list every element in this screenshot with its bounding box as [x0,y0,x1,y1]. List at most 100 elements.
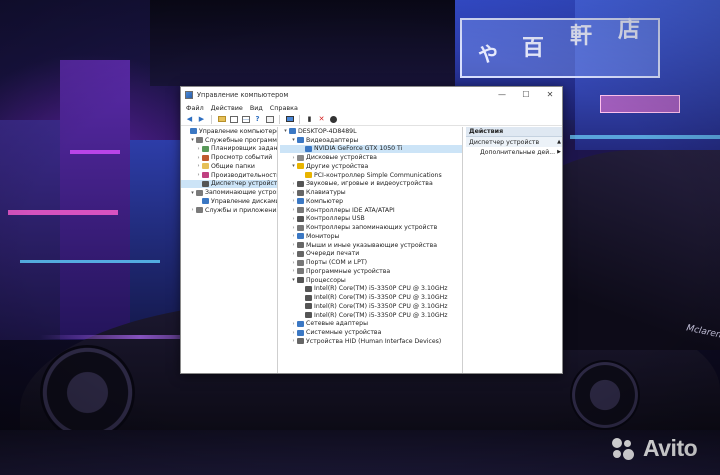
scan-hardware-icon[interactable] [329,115,338,124]
device-tree-item[interactable]: › Сетевые адаптеры [280,320,462,329]
device-tree-item[interactable]: › Компьютер [280,197,462,206]
minimize-button[interactable]: — [490,87,514,102]
toolbar: ◀ ▶ ? ▮ ✕ [181,113,562,126]
nav-tree-item[interactable]: › Планировщик заданий [181,145,278,154]
nav-tree-label: Управление дисками [211,197,277,205]
device-tree-label: Мониторы [306,232,340,240]
expand-chevron-icon[interactable]: › [290,216,297,222]
expand-chevron-icon[interactable]: › [290,242,297,248]
forward-arrow-icon[interactable]: ▶ [197,115,206,124]
submenu-arrow-icon: ▶ [557,149,561,155]
show-tree-icon[interactable] [229,115,238,124]
device-tree-item[interactable]: › Контроллеры IDE ATA/ATAPI [280,206,462,215]
device-tree-label: Дисковые устройства [306,154,377,162]
back-arrow-icon[interactable]: ◀ [185,115,194,124]
expand-chevron-icon[interactable]: › [195,146,202,152]
device-tree-item[interactable]: › Устройства HID (Human Interface Devices… [280,337,462,346]
expand-chevron-icon[interactable]: › [195,155,202,161]
close-button[interactable]: ✕ [538,87,562,102]
collapse-chevron-icon[interactable]: ▾ [290,277,297,283]
device-tree-item[interactable]: › Системные устройства [280,328,462,337]
nav-tree-label: Диспетчер устройств [211,180,277,188]
expand-chevron-icon[interactable]: › [290,198,297,204]
nav-tree-item[interactable]: Управление дисками [181,197,277,206]
collapse-chevron-icon[interactable]: ▾ [282,128,289,134]
expand-chevron-icon[interactable]: › [290,225,297,231]
device-tree-item[interactable]: Intel(R) Core(TM) i5-3350P CPU @ 3.10GHz [280,302,462,311]
device-tree-item[interactable]: ▾ Другие устройства [280,162,462,171]
nav-tree-item[interactable]: › Общие папки [181,162,277,171]
menu-help[interactable]: Справка [270,104,298,112]
expand-chevron-icon[interactable]: › [290,181,297,187]
monitor-icon[interactable] [285,115,294,124]
device-tree-item[interactable]: ▾ Видеоадаптеры [280,136,462,145]
expand-chevron-icon[interactable]: › [290,330,297,336]
collapse-chevron-icon[interactable]: ▾ [290,163,297,169]
expand-chevron-icon[interactable]: › [290,260,297,266]
expand-chevron-icon[interactable]: › [195,163,202,169]
expand-chevron-icon[interactable]: › [195,172,202,178]
expand-chevron-icon[interactable]: › [290,321,297,327]
device-tree-item[interactable]: PCI-контроллер Simple Communications [280,171,462,180]
nav-tree-item[interactable]: › Просмотр событий [181,153,277,162]
device-tree-item[interactable]: › Мыши и иные указывающие устройства [280,241,462,250]
device-tree-item[interactable]: Intel(R) Core(TM) i5-3350P CPU @ 3.10GHz [280,293,462,302]
expand-chevron-icon[interactable]: › [290,155,297,161]
usb-icon [297,215,304,222]
device-manager-icon [202,180,209,187]
maximize-button[interactable]: ☐ [514,87,538,102]
window-title: Управление компьютером [197,90,289,99]
device-tree-item[interactable]: › Звуковые, игровые и видеоустройства [280,180,462,189]
nav-tree-item[interactable]: Диспетчер устройств [181,179,277,189]
collapse-chevron-icon[interactable]: ▾ [290,137,297,143]
device-tree-item[interactable]: Intel(R) Core(TM) i5-3350P CPU @ 3.10GHz [280,311,462,320]
uninstall-device-icon[interactable]: ✕ [317,115,326,124]
actions-more-item[interactable]: Дополнительные дей... ▶ [466,147,562,157]
expand-chevron-icon[interactable]: › [290,268,297,274]
menu-view[interactable]: Вид [250,104,263,112]
nav-tree-item[interactable]: › Производительность [181,171,278,180]
device-tree-item[interactable]: › Дисковые устройства [280,153,462,162]
device-tree-item[interactable]: NVIDIA GeForce GTX 1050 Ti [280,144,462,154]
collapse-chevron-icon[interactable]: ▾ [189,137,196,143]
device-tree-item[interactable]: ▾ Процессоры [280,276,462,285]
nav-tree-item[interactable]: ▾ Служебные программы [181,136,277,145]
title-bar[interactable]: Управление компьютером — ☐ ✕ [181,87,562,102]
menu-action[interactable]: Действие [211,104,243,112]
nav-tree-label: Просмотр событий [211,154,273,162]
device-tree-item[interactable]: › Мониторы [280,232,462,241]
device-tree-item[interactable]: › Контроллеры запоминающих устройств [280,223,462,232]
help-icon[interactable]: ? [253,115,262,124]
device-tree-label: Intel(R) Core(TM) i5-3350P CPU @ 3.10GHz [314,294,448,302]
expand-chevron-icon[interactable]: › [290,207,297,213]
nav-tree-item[interactable]: ▾ Запоминающие устройств [181,188,277,197]
nav-tree-item[interactable]: › Службы и приложения [181,206,278,215]
device-tree-item[interactable]: › Программные устройства [280,267,462,276]
expand-chevron-icon[interactable]: › [290,251,297,257]
device-tree-item[interactable]: › Порты (COM и LPT) [280,258,462,267]
printer-icon [297,250,304,257]
device-tree-item[interactable]: › Контроллеры USB [280,215,462,224]
list-view-icon[interactable] [241,115,250,124]
collapse-chevron-icon[interactable]: ▾ [189,190,196,196]
update-driver-icon[interactable]: ▮ [305,115,314,124]
actions-section-device-manager[interactable]: Диспетчер устройств ▲ [466,137,562,147]
expand-chevron-icon[interactable]: › [290,233,297,239]
other-devices-icon [297,163,304,170]
device-tree-item[interactable]: ▾ DESKTOP-4D8489L [280,127,462,136]
nav-tree-item[interactable]: Управление компьютером (л [181,127,277,136]
properties-icon[interactable] [265,115,274,124]
computer-icon [297,198,304,205]
expand-chevron-icon[interactable]: › [290,338,297,344]
wallpaper-neon-strip [600,95,680,113]
device-tree-item[interactable]: › Очереди печати [280,250,462,259]
menu-file[interactable]: Файл [186,104,204,112]
expand-chevron-icon[interactable]: › [290,190,297,196]
collapse-up-icon[interactable]: ▲ [557,139,561,145]
keyboard-icon [297,189,304,196]
up-folder-icon[interactable] [217,115,226,124]
expand-chevron-icon[interactable]: › [189,207,196,213]
device-tree-item[interactable]: Intel(R) Core(TM) i5-3350P CPU @ 3.10GHz [280,285,462,294]
display-adapter-icon [297,137,304,144]
device-tree-item[interactable]: › Клавиатуры [280,188,462,197]
